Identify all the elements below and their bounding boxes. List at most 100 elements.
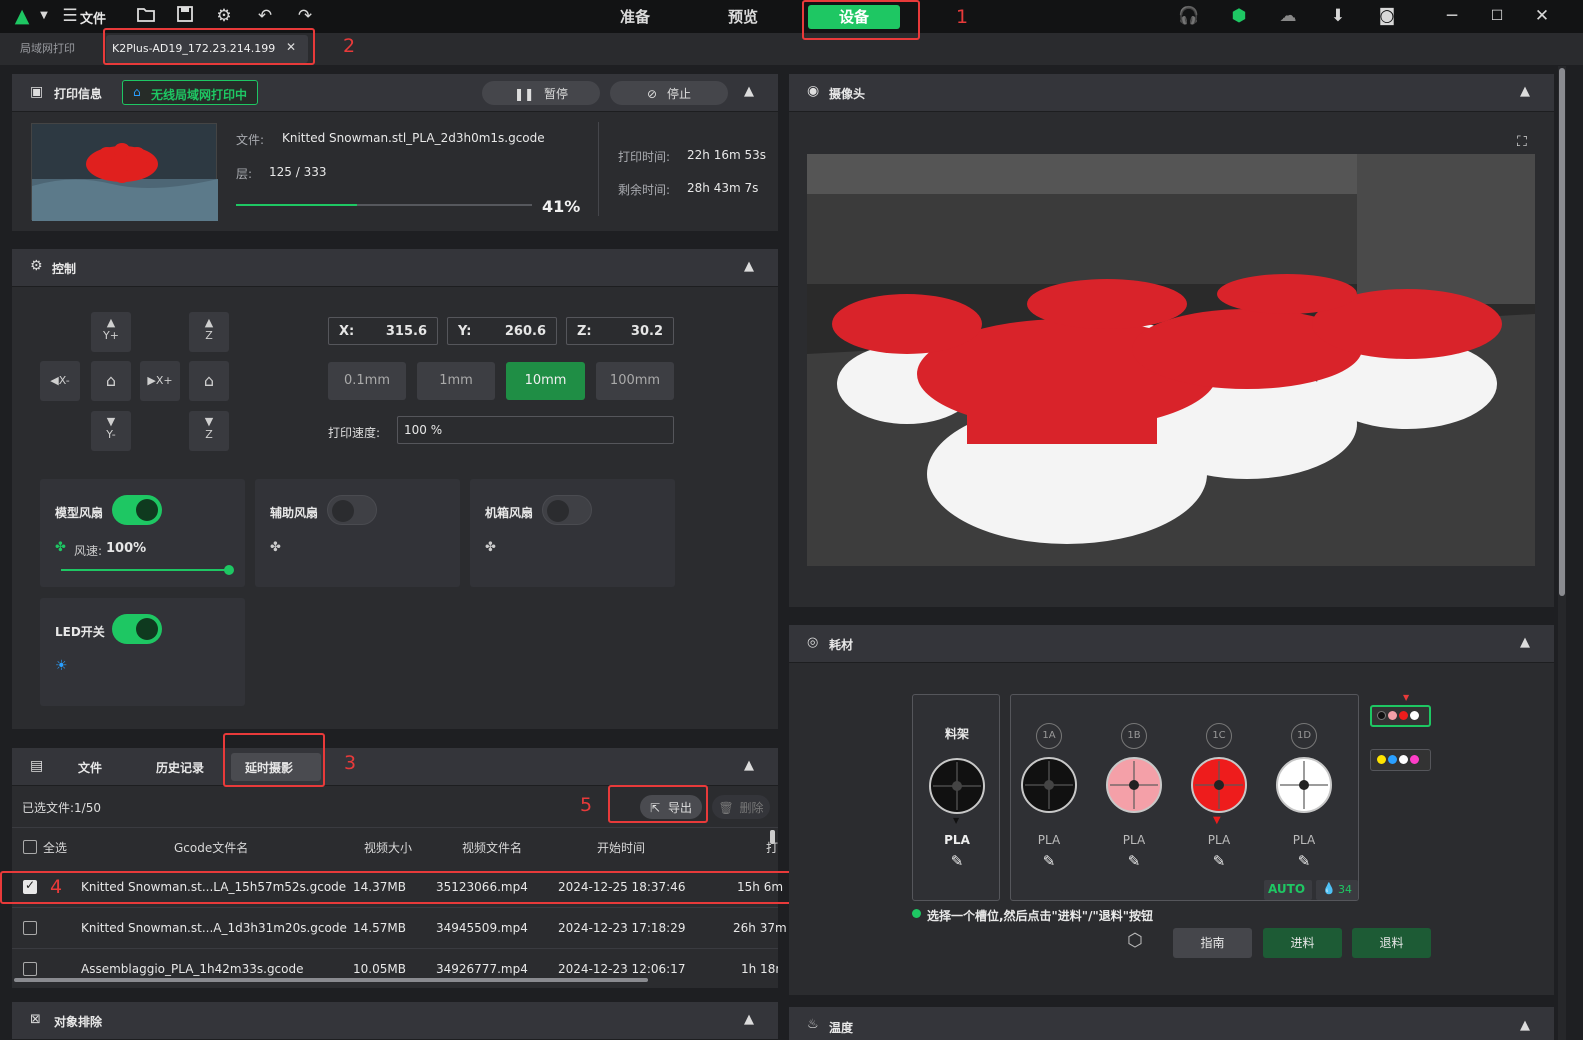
shield-icon[interactable]: ⬢	[1227, 5, 1251, 27]
stop-button[interactable]: ⊘ 停止	[610, 81, 728, 105]
chevron-up-icon[interactable]: ▲	[1515, 1016, 1535, 1036]
chevron-up-icon[interactable]: ▲	[739, 82, 759, 102]
humidity-icon: 💧	[1322, 882, 1336, 895]
table-row[interactable]: Assemblaggio_PLA_1h42m33s.gcode 10.05MB …	[12, 950, 778, 980]
annotation-number-4: 4	[50, 876, 63, 898]
avatar[interactable]: ◙	[1375, 5, 1399, 27]
download-icon[interactable]: ⬇	[1326, 5, 1350, 27]
z-coordinate: Z: 30.2	[566, 317, 674, 345]
page-scrollbar-thumb[interactable]	[1559, 68, 1565, 596]
slot-1d-spool[interactable]	[1276, 757, 1332, 813]
tab-files[interactable]: 文件	[78, 759, 102, 776]
tab-lan-print[interactable]: 局域网打印	[20, 40, 75, 56]
column-video-size[interactable]: 视频大小	[364, 839, 412, 856]
jog-y-minus-button[interactable]: ▼ Y-	[91, 411, 131, 451]
app-logo-icon[interactable]: ▲	[10, 5, 34, 27]
model-fan-toggle[interactable]	[112, 495, 162, 525]
home-z-button[interactable]: ⌂	[189, 361, 229, 401]
print-info-title: 打印信息	[54, 87, 103, 101]
arrow-up-icon: ▲	[204, 316, 214, 329]
jog-z-up-button[interactable]: ▲ Z	[189, 312, 229, 352]
chevron-down-icon[interactable]: ▼	[32, 5, 56, 27]
slot-1a-spool[interactable]	[1021, 757, 1077, 813]
toggle-knob	[136, 618, 158, 640]
fullscreen-icon[interactable]: ⛶	[1517, 134, 1527, 150]
undo-icon[interactable]: ↶	[253, 5, 277, 27]
settings-gear-icon[interactable]: ⚙	[212, 5, 236, 27]
edit-icon[interactable]: ✎	[1021, 852, 1077, 870]
headset-icon[interactable]: 🎧	[1177, 5, 1201, 27]
row-checkbox[interactable]	[23, 921, 37, 935]
unload-button[interactable]: 退料	[1352, 928, 1431, 958]
row-gcode-name: Assemblaggio_PLA_1h42m33s.gcode	[81, 962, 304, 976]
rack-slot[interactable]: 料架 ▼ PLA ✎	[912, 694, 1000, 901]
guide-button[interactable]: 指南	[1173, 928, 1252, 958]
progress-percent: 41%	[542, 197, 581, 216]
jog-x-plus-button[interactable]: ▶X+	[140, 361, 180, 401]
chevron-up-icon[interactable]: ▲	[1515, 82, 1535, 102]
jog-x-minus-button[interactable]: ◀X-	[40, 361, 80, 401]
chevron-up-icon[interactable]: ▲	[1515, 633, 1535, 653]
save-icon[interactable]	[173, 5, 197, 27]
nav-tab-prepare[interactable]: 准备	[600, 5, 670, 29]
pause-button[interactable]: ❚❚ 暂停	[482, 81, 600, 105]
chevron-up-icon[interactable]: ▲	[739, 257, 759, 277]
step-10mm-button[interactable]: 10mm	[506, 362, 585, 400]
edit-icon[interactable]: ✎	[929, 852, 985, 870]
filament-panel: ◎ 耗材 ▲ 料架 ▼ PLA ✎ 1A PLA ✎ 1B PLA ✎ 1C ▼…	[789, 625, 1554, 995]
jog-z-down-button[interactable]: ▼ Z	[189, 411, 229, 451]
slot-1b-spool[interactable]	[1106, 757, 1162, 813]
chassis-fan-toggle[interactable]	[542, 495, 592, 525]
load-button[interactable]: 进料	[1263, 928, 1342, 958]
horizontal-scrollbar[interactable]	[14, 978, 648, 982]
chevron-up-icon[interactable]: ▲	[739, 756, 759, 776]
edit-icon[interactable]: ✎	[1276, 852, 1332, 870]
menu-icon[interactable]: ☰	[58, 5, 82, 27]
step-100mm-button[interactable]: 100mm	[596, 362, 674, 400]
slot-1c-spool[interactable]	[1191, 757, 1247, 813]
step-1mm-button[interactable]: 1mm	[417, 362, 495, 400]
rack-label: 料架	[945, 727, 970, 741]
aux-fan-toggle[interactable]	[327, 495, 377, 525]
nav-tab-preview[interactable]: 预览	[708, 5, 778, 29]
column-gcode-name[interactable]: Gcode文件名	[174, 839, 248, 856]
table-row[interactable]: Knitted Snowman.st...A_1d3h31m20s.gcode …	[12, 909, 787, 949]
select-all-checkbox[interactable]	[23, 840, 37, 854]
close-window-icon[interactable]: ✕	[1530, 5, 1554, 27]
file-menu[interactable]: 文件	[80, 8, 106, 27]
jog-y-plus-button[interactable]: ▲ Y+	[91, 312, 131, 352]
redo-icon[interactable]: ↷	[293, 5, 317, 27]
remaining-time-value: 28h 43m 7s	[687, 181, 759, 195]
cfs-group-2[interactable]	[1370, 749, 1431, 771]
fan-speed-slider-handle[interactable]	[224, 565, 234, 575]
page-scrollbar-track	[1558, 66, 1566, 1040]
vertical-scrollbar[interactable]	[770, 830, 775, 844]
aux-fan-card: 辅助风扇 ✤	[255, 479, 460, 587]
edit-icon[interactable]: ✎	[1106, 852, 1162, 870]
cfs-settings-icon[interactable]: ⬡	[1127, 930, 1143, 951]
fan-speed-slider[interactable]	[61, 565, 234, 575]
maximize-icon[interactable]: ☐	[1485, 5, 1509, 27]
cfs-group-1[interactable]	[1370, 705, 1431, 727]
chevron-up-icon[interactable]: ▲	[739, 1010, 759, 1030]
slot-1c-id: 1C	[1206, 723, 1232, 749]
step-0-1mm-button[interactable]: 0.1mm	[328, 362, 406, 400]
print-speed-input[interactable]: 100 %	[397, 416, 674, 444]
cloud-upload-icon[interactable]: ☁	[1276, 5, 1300, 27]
fan-icon: ✤	[270, 540, 281, 555]
camera-panel: ◉ 摄像头 ▲ ⛶	[789, 74, 1554, 607]
column-start-time[interactable]: 开始时间	[597, 839, 645, 856]
row-checkbox[interactable]	[23, 962, 37, 976]
column-video-name[interactable]: 视频文件名	[462, 839, 522, 856]
arrow-right-icon: ▶	[147, 374, 156, 387]
auto-badge: AUTO	[1264, 880, 1312, 900]
status-badge-label: 无线局域网打印中	[151, 88, 248, 102]
row-duration: 1h 18m	[741, 962, 778, 976]
edit-icon[interactable]: ✎	[1191, 852, 1247, 870]
minimize-icon[interactable]: ─	[1440, 5, 1464, 27]
delete-button[interactable]: 🗑 删除	[712, 795, 770, 819]
home-xy-button[interactable]: ⌂	[91, 361, 131, 401]
tab-history[interactable]: 历史记录	[156, 759, 204, 776]
open-folder-icon[interactable]	[134, 5, 158, 27]
led-toggle[interactable]	[112, 614, 162, 644]
